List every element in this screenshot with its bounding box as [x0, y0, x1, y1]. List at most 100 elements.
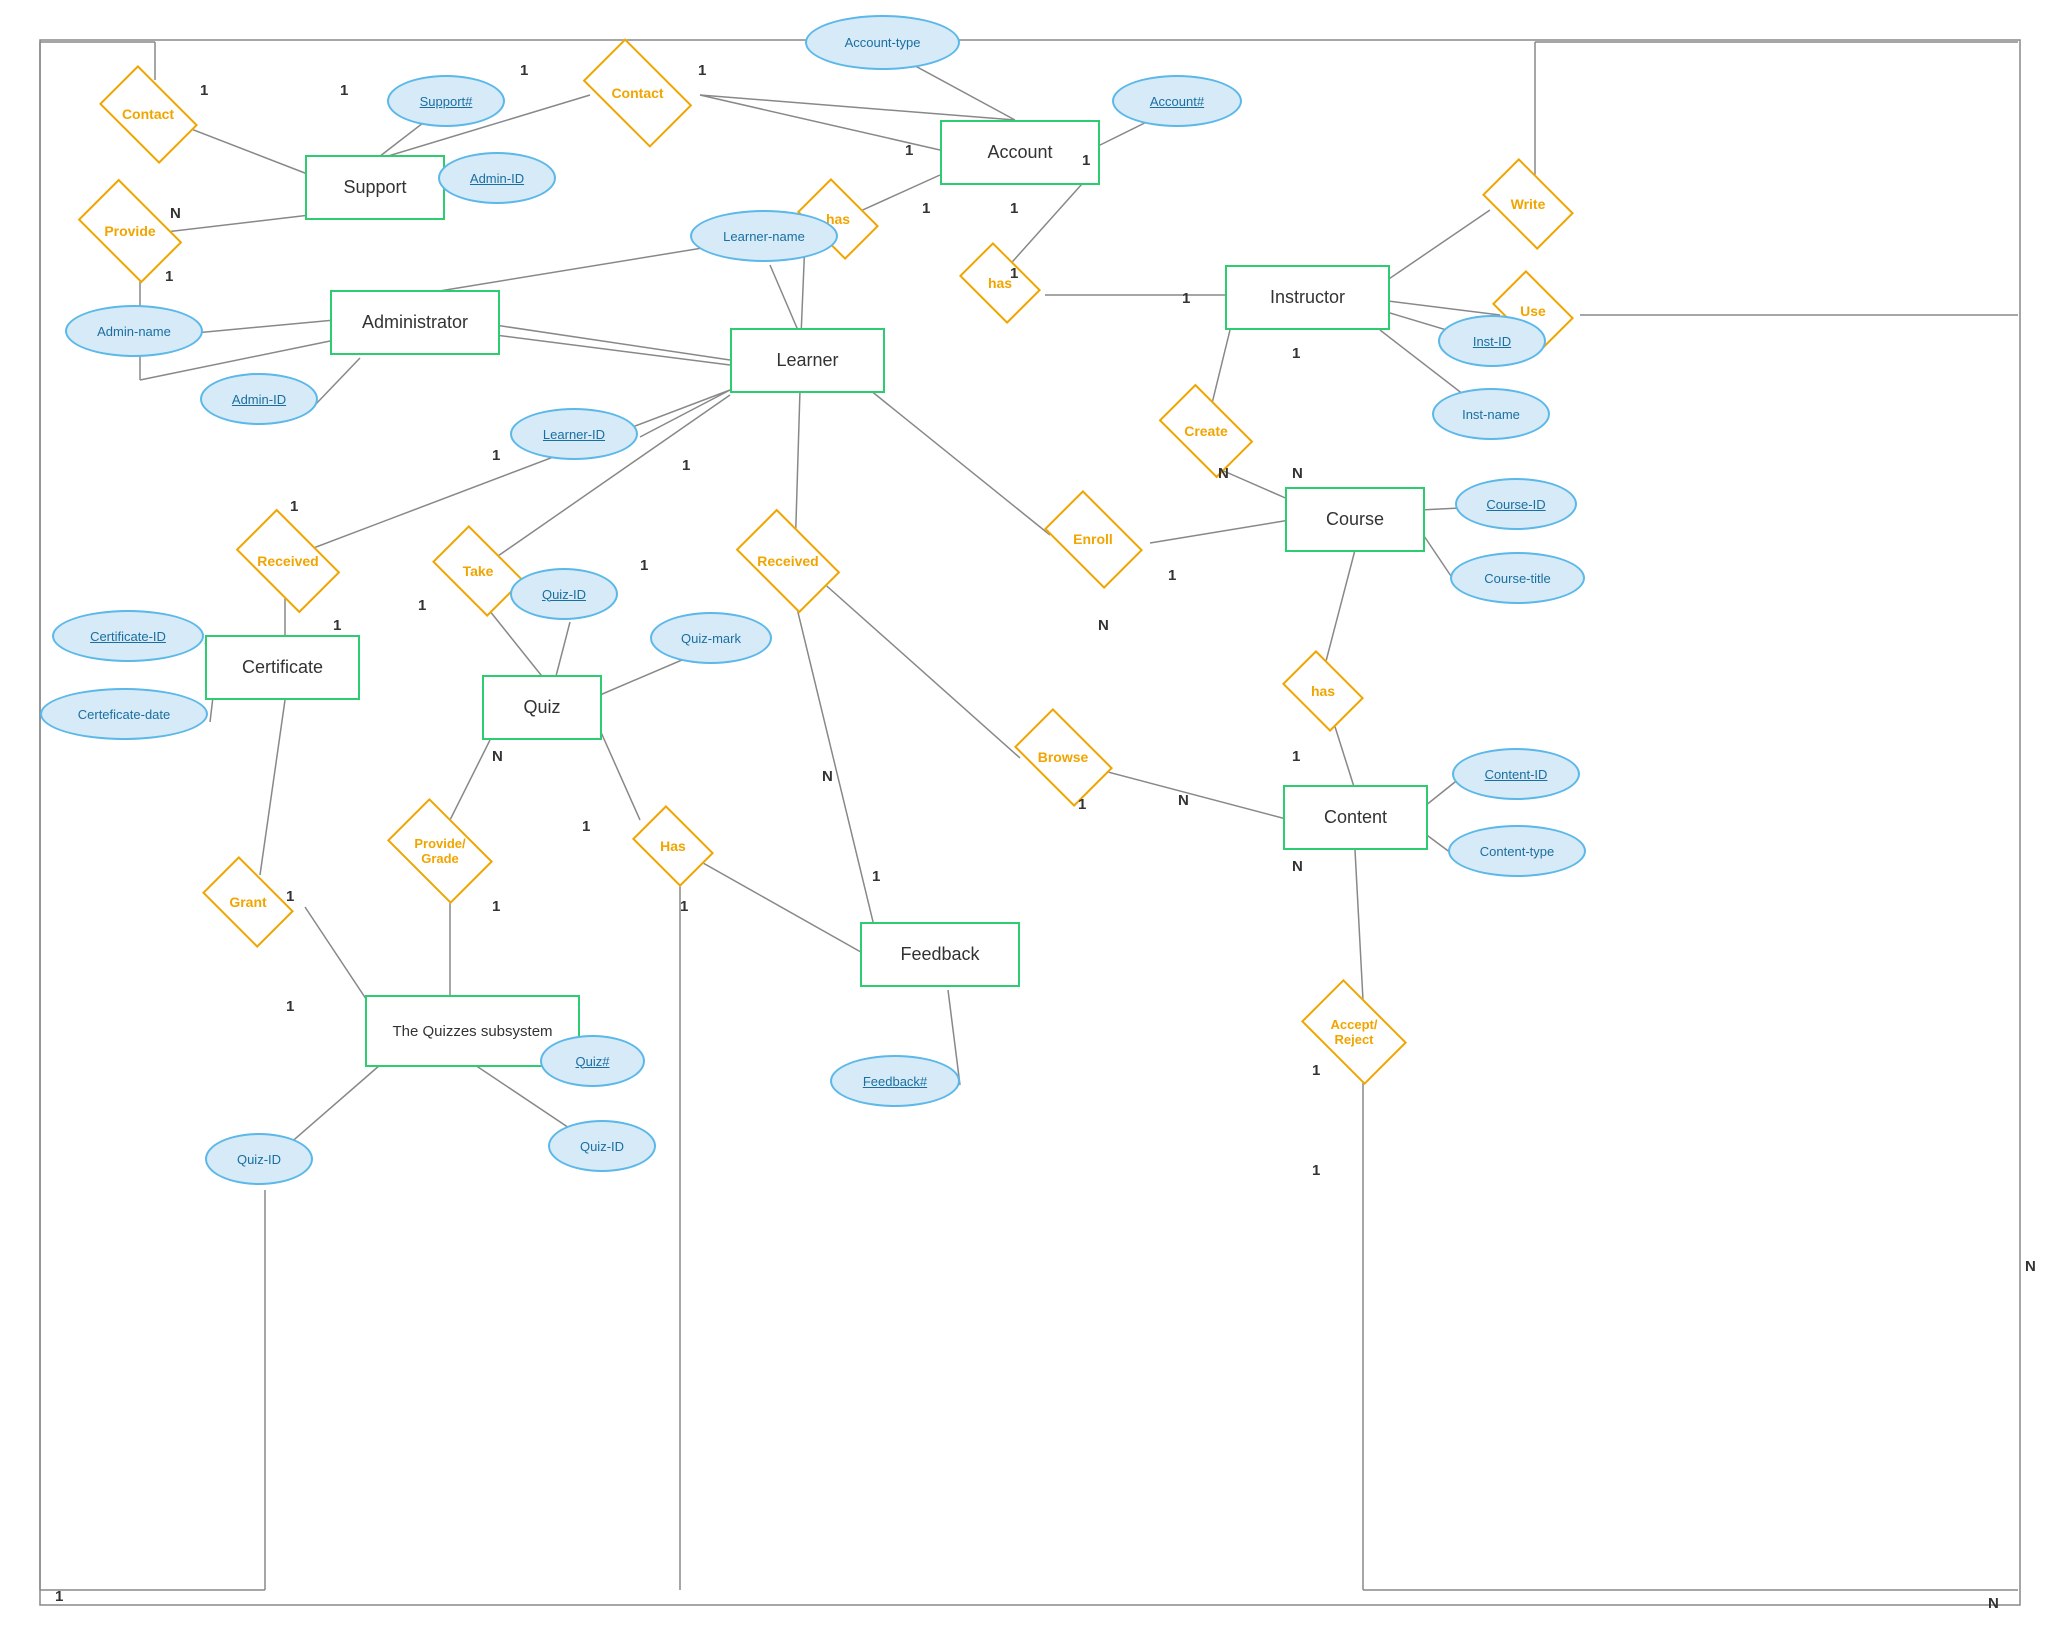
relationship-create: Create	[1152, 397, 1260, 465]
card-8: 1	[1010, 200, 1018, 217]
attr-quiz-hash-label: Quiz#	[576, 1054, 610, 1069]
attr-account-hash-label: Account#	[1150, 94, 1204, 109]
card-14: 1	[1292, 748, 1300, 765]
attr-account-hash: Account#	[1112, 75, 1242, 127]
card-18: 1	[55, 1588, 63, 1605]
attr-course-id: Course-ID	[1455, 478, 1577, 530]
card-7: 1	[922, 200, 930, 217]
attr-quiz-id-bottom-center-label: Quiz-ID	[580, 1139, 624, 1154]
card-9: 1	[1010, 265, 1018, 282]
card-28: 1	[872, 868, 880, 885]
attr-admin-id-support-label: Admin-ID	[470, 171, 524, 186]
card-n9: N	[492, 748, 503, 765]
attr-inst-name-label: Inst-name	[1462, 407, 1520, 422]
entity-learner: Learner	[730, 328, 885, 393]
card-3: 1	[520, 62, 528, 79]
attr-quiz-id-take-label: Quiz-ID	[542, 587, 586, 602]
attr-inst-name: Inst-name	[1432, 388, 1550, 440]
card-n5: N	[1292, 858, 1303, 875]
card-2: 1	[340, 82, 348, 99]
card-13: 1	[1168, 567, 1176, 584]
entity-certificate: Certificate	[205, 635, 360, 700]
relationship-browse: Browse	[1008, 723, 1118, 791]
card-1: 1	[200, 82, 208, 99]
attr-course-title-label: Course-title	[1484, 571, 1550, 586]
card-n4: N	[1098, 617, 1109, 634]
entity-account-label: Account	[987, 142, 1052, 163]
relationship-received-left: Received	[228, 525, 348, 597]
card-19: 1	[290, 498, 298, 515]
relationship-provide-grade: Provide/Grade	[380, 812, 500, 890]
card-10: 1	[1082, 152, 1090, 169]
attr-admin-id-support: Admin-ID	[438, 152, 556, 204]
card-n10: N	[822, 768, 833, 785]
attr-course-title: Course-title	[1450, 552, 1585, 604]
card-n6: N	[1178, 792, 1189, 809]
attr-account-type: Account-type	[805, 15, 960, 70]
attr-quiz-id-bottom-left: Quiz-ID	[205, 1133, 313, 1185]
attr-quiz-mark-label: Quiz-mark	[681, 631, 741, 646]
card-6: 1	[905, 142, 913, 159]
attr-learner-id: Learner-ID	[510, 408, 638, 460]
attr-support-hash-label: Support#	[420, 94, 473, 109]
connection-lines	[0, 0, 2059, 1632]
entity-certificate-label: Certificate	[242, 657, 323, 678]
entity-course-label: Course	[1326, 509, 1384, 530]
card-n1: N	[170, 205, 181, 222]
attr-certificate-id: Certificate-ID	[52, 610, 204, 662]
entity-feedback: Feedback	[860, 922, 1020, 987]
relationship-write: Write	[1478, 170, 1578, 238]
card-11: 1	[1182, 290, 1190, 307]
entity-instructor-label: Instructor	[1270, 287, 1345, 308]
attr-inst-id-label: Inst-ID	[1473, 334, 1511, 349]
relationship-enroll: Enroll	[1038, 505, 1148, 573]
attr-learner-name: Learner-name	[690, 210, 838, 262]
entity-quiz: Quiz	[482, 675, 602, 740]
attr-certificate-date-label: Certeficate-date	[78, 707, 171, 722]
entity-feedback-label: Feedback	[900, 944, 979, 965]
card-24: 1	[682, 457, 690, 474]
attr-feedback-hash: Feedback#	[830, 1055, 960, 1107]
card-n8: N	[1988, 1595, 1999, 1612]
attr-certificate-id-label: Certificate-ID	[90, 629, 166, 644]
entity-support: Support	[305, 155, 445, 220]
entity-quizzes-subsystem-label: The Quizzes subsystem	[392, 1023, 552, 1040]
entity-account: Account	[940, 120, 1100, 185]
attr-admin-name-label: Admin-name	[97, 324, 171, 339]
entity-instructor: Instructor	[1225, 265, 1390, 330]
card-n3: N	[1292, 465, 1303, 482]
entity-course: Course	[1285, 487, 1425, 552]
entity-content: Content	[1283, 785, 1428, 850]
relationship-contact-left: Contact	[88, 78, 208, 150]
attr-course-id-label: Course-ID	[1486, 497, 1545, 512]
card-5: 1	[165, 268, 173, 285]
attr-quiz-mark: Quiz-mark	[650, 612, 772, 664]
attr-account-type-label: Account-type	[845, 35, 921, 50]
card-22: 1	[492, 447, 500, 464]
card-4: 1	[698, 62, 706, 79]
card-n2: N	[1218, 465, 1229, 482]
attr-quiz-hash: Quiz#	[540, 1035, 645, 1087]
attr-content-type: Content-type	[1448, 825, 1586, 877]
entity-administrator: Administrator	[330, 290, 500, 355]
card-21: 1	[418, 597, 426, 614]
entity-learner-label: Learner	[776, 350, 838, 371]
relationship-grant: Grant	[198, 868, 298, 936]
relationship-accept-reject: Accept/Reject	[1295, 993, 1413, 1071]
relationship-received-right: Received	[728, 525, 848, 597]
card-26: 1	[582, 818, 590, 835]
entity-content-label: Content	[1324, 807, 1387, 828]
attr-quiz-id-bottom-center: Quiz-ID	[548, 1120, 656, 1172]
attr-inst-id: Inst-ID	[1438, 315, 1546, 367]
relationship-has-instructor: has	[955, 252, 1045, 314]
card-27: 1	[680, 898, 688, 915]
card-25: 1	[492, 898, 500, 915]
attr-support-hash: Support#	[387, 75, 505, 127]
card-12: 1	[1292, 345, 1300, 362]
entity-quiz-label: Quiz	[523, 697, 560, 718]
er-diagram: Account Support Administrator Learner In…	[0, 0, 2059, 1632]
attr-feedback-hash-label: Feedback#	[863, 1074, 927, 1089]
relationship-has-quiz-feedback: Has	[628, 815, 718, 877]
card-15: 1	[1078, 796, 1086, 813]
attr-content-type-label: Content-type	[1480, 844, 1554, 859]
